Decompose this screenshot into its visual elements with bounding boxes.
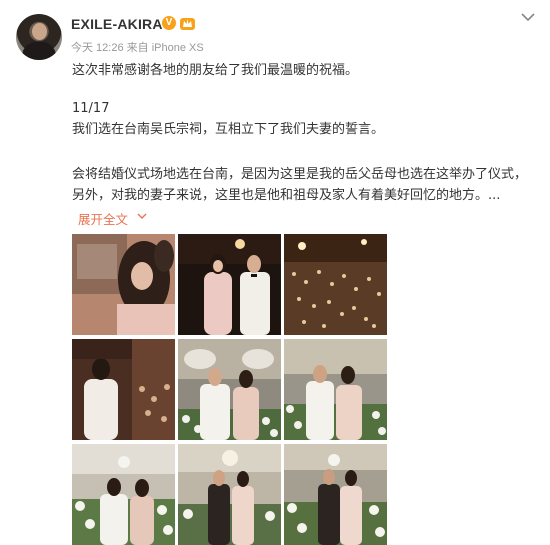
avatar-suit [22, 42, 56, 60]
photo-couple-closeup[interactable] [72, 234, 175, 335]
photo-couple-stairs-flowers[interactable] [72, 444, 175, 545]
post-text-line-3: 会将结婚仪式场地选在台南，是因为这里是我的岳父岳母也选在这举办了仪式， [72, 167, 528, 182]
verified-badge-icon: V [162, 16, 176, 30]
photo-couple-chandelier[interactable] [178, 444, 281, 545]
photo-crowd-night[interactable] [284, 234, 387, 335]
post-meta: 今天 12:26 来自 iPhone XS [71, 42, 204, 54]
avatar-face [32, 23, 47, 40]
photo-couple-floral-stage[interactable] [178, 339, 281, 440]
post-text-line-2: 我们选在台南吴氏宗祠，互相立下了我们夫妻的誓言。 [72, 122, 385, 137]
avatar[interactable] [16, 14, 62, 60]
photo-groom-facing-crowd[interactable] [72, 339, 175, 440]
photo-couple-floral-stage-2[interactable] [284, 339, 387, 440]
post-text-line-4: 另外，对我的妻子来说，这里也是他和祖母及家人有着美好回忆的地方。... [72, 188, 501, 203]
photo-couple-arch-flowers[interactable] [284, 444, 387, 545]
username[interactable]: EXILE-AKIRA [71, 16, 163, 32]
chevron-down-icon[interactable] [520, 12, 536, 22]
photo-grid [72, 234, 388, 545]
post-text-date: 11/17 [72, 101, 110, 116]
post-text-line-1: 这次非常感谢各地的朋友给了我们最温暖的祝福。 [72, 63, 359, 78]
expand-full-text-link[interactable]: 展开全文 [78, 209, 128, 228]
weibo-post: EXILE-AKIRA V 今天 12:26 来自 iPhone XS 这次非常… [0, 0, 550, 545]
expand-chevron-icon[interactable] [137, 213, 147, 220]
member-crown-icon[interactable] [179, 15, 196, 31]
photo-couple-night-entrance[interactable] [178, 234, 281, 335]
